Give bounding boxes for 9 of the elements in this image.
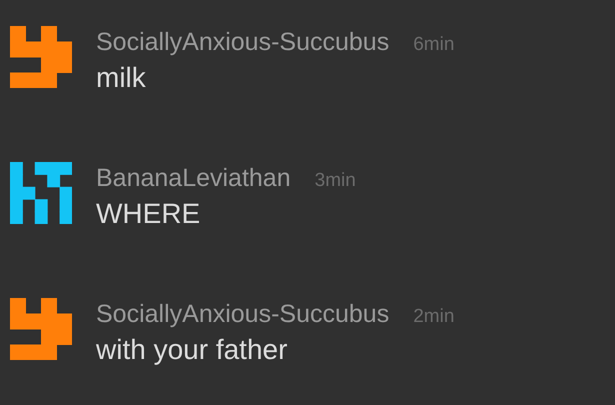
message-text: WHERE bbox=[96, 198, 202, 230]
message-text: with your father bbox=[96, 334, 288, 366]
timestamp: 3min bbox=[314, 169, 356, 193]
timestamp: 2min bbox=[413, 305, 454, 329]
message-text: milk bbox=[96, 62, 147, 94]
username: SociallyAnxious-Succubus bbox=[96, 299, 390, 330]
username: SociallyAnxious-Succubus bbox=[96, 27, 390, 58]
username: BananaLeviathan bbox=[96, 163, 291, 194]
timestamp: 6min bbox=[413, 33, 454, 57]
